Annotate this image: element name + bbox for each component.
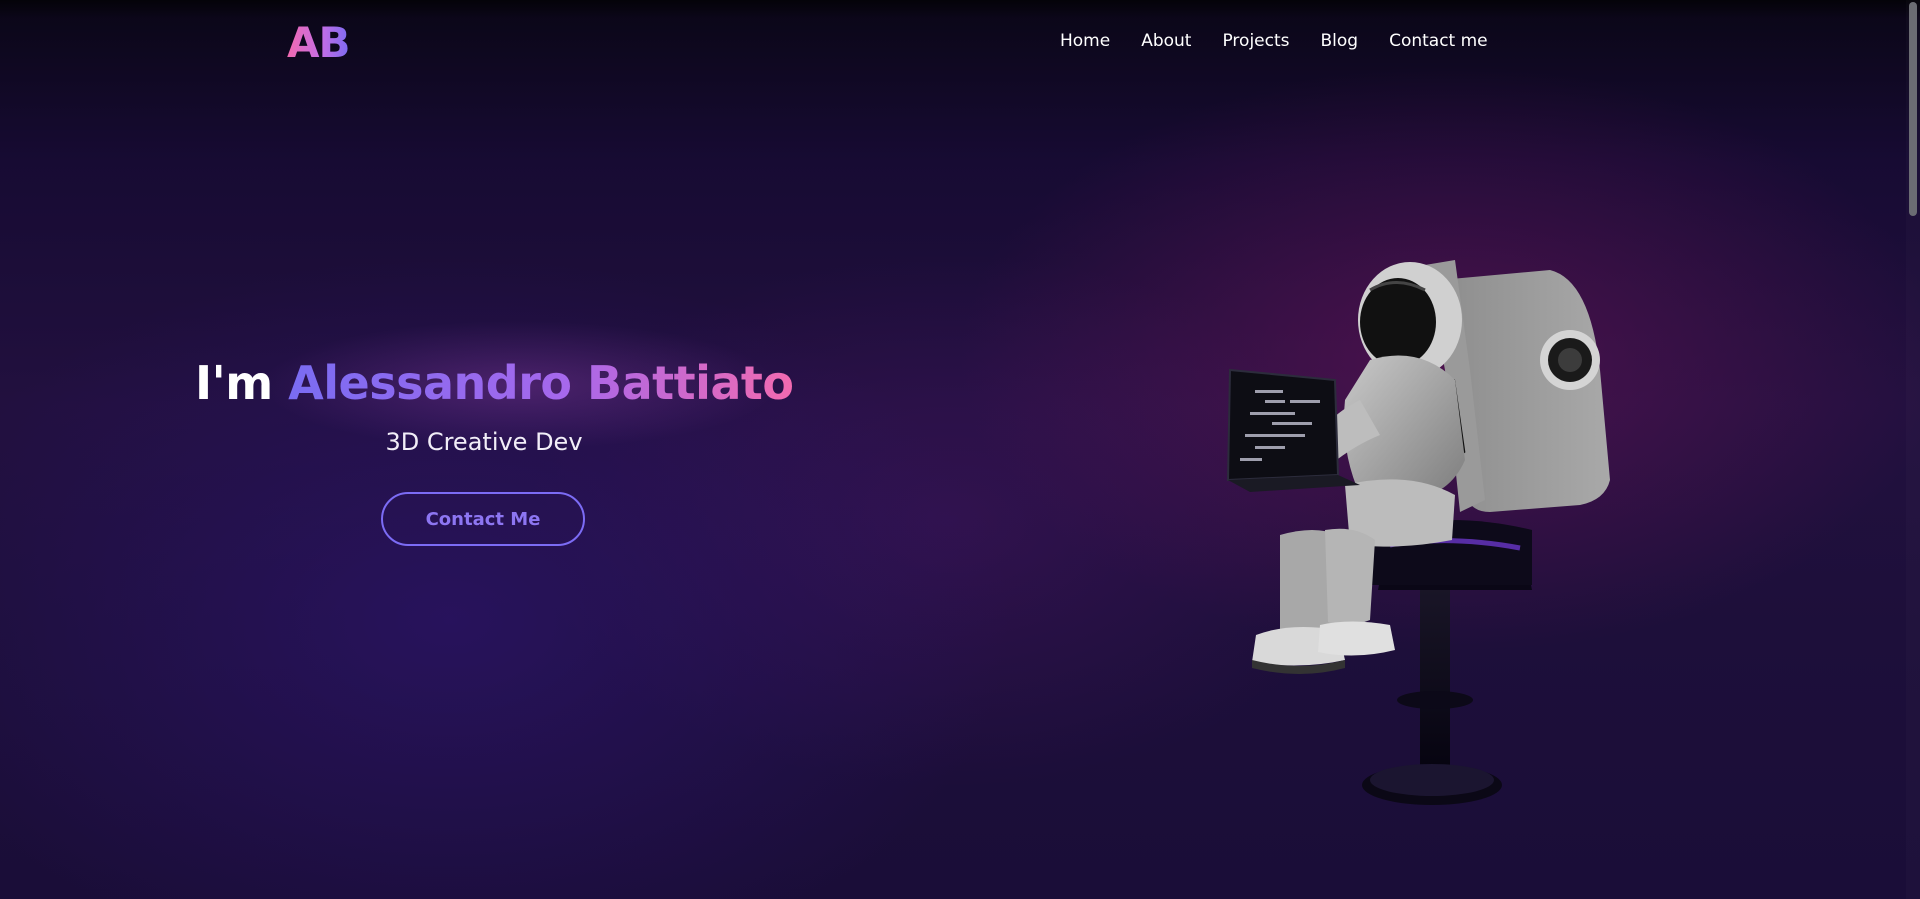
- main-nav: Home About Projects Blog Contact me: [1060, 31, 1488, 51]
- nav-contact[interactable]: Contact me: [1389, 31, 1488, 51]
- nav-blog[interactable]: Blog: [1321, 31, 1359, 51]
- top-shade: [0, 0, 1920, 18]
- hero-name: Alessandro Battiato: [288, 356, 794, 410]
- logo[interactable]: AB: [287, 18, 351, 67]
- nav-projects[interactable]: Projects: [1222, 31, 1289, 51]
- chair: [1362, 520, 1532, 805]
- astronaut-illustration: [1226, 260, 1610, 805]
- contact-me-button[interactable]: Contact Me: [381, 492, 585, 546]
- hero-title: I'm Alessandro Battiato: [195, 356, 794, 410]
- nav-about[interactable]: About: [1141, 31, 1191, 51]
- hero-title-prefix: I'm: [195, 356, 289, 410]
- hero-subtitle: 3D Creative Dev: [385, 428, 583, 456]
- nav-home[interactable]: Home: [1060, 31, 1110, 51]
- scrollbar-thumb[interactable]: [1909, 2, 1917, 216]
